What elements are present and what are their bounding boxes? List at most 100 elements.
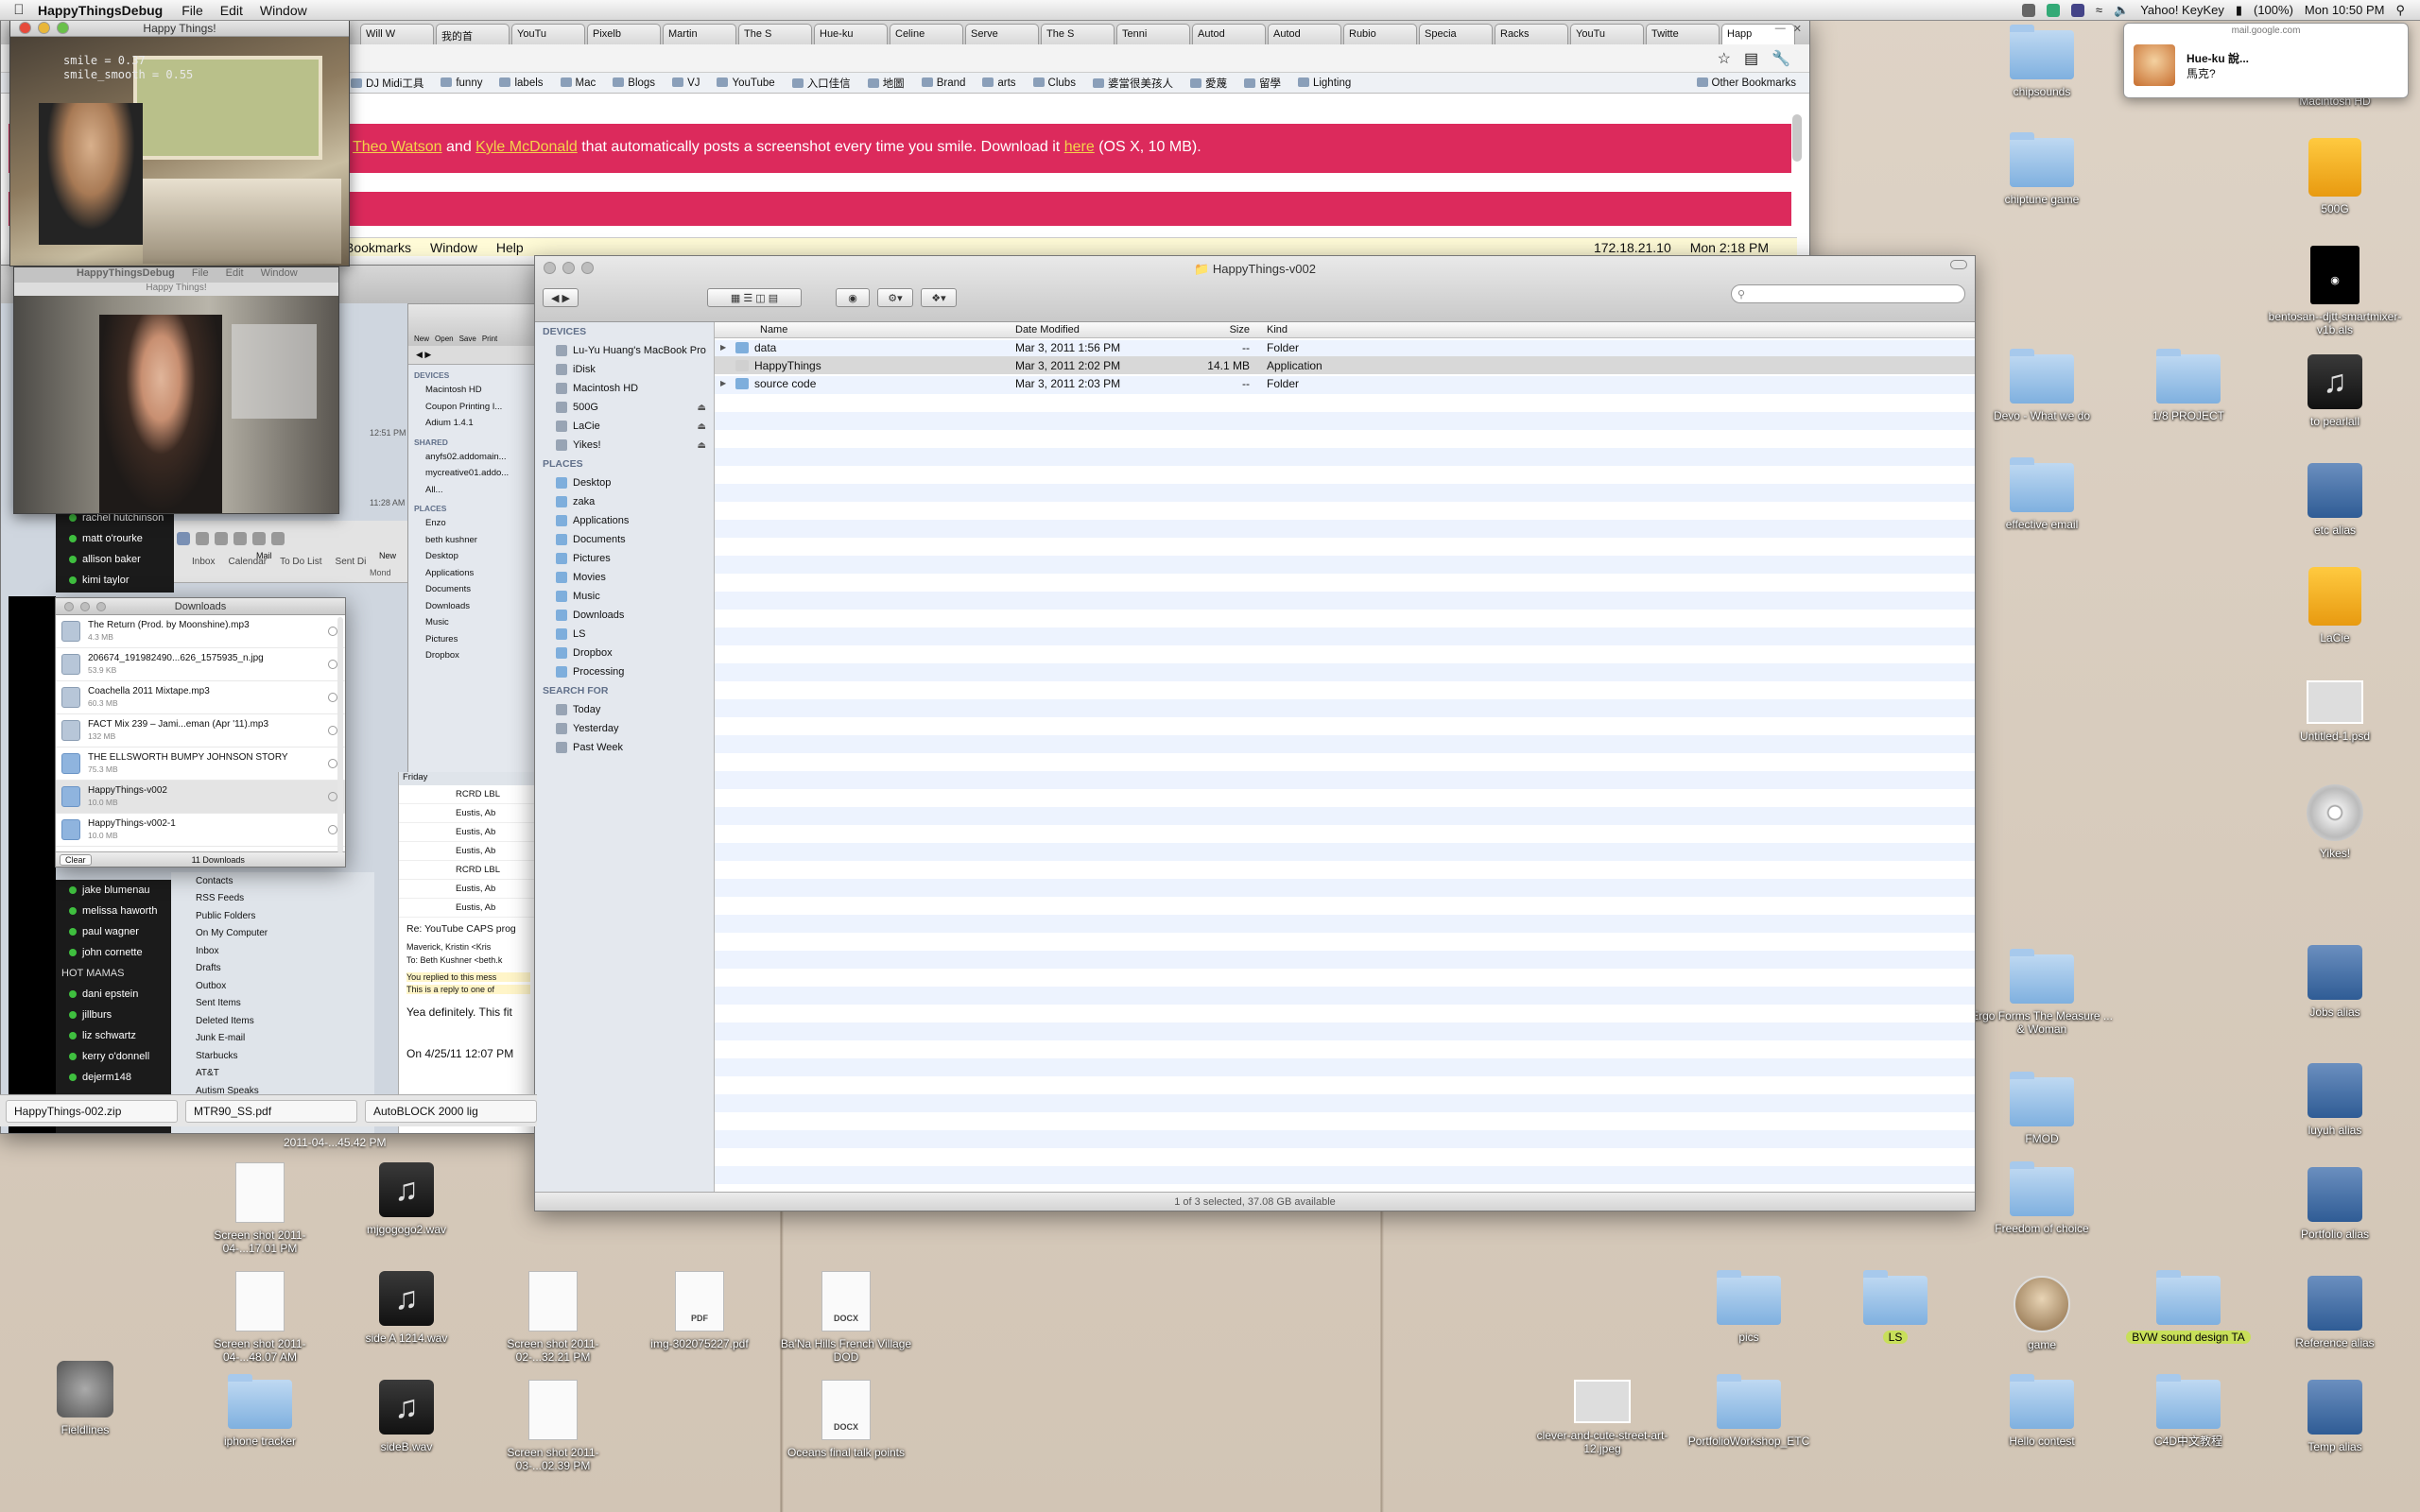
sidebar-item[interactable]: LS — [535, 625, 714, 644]
desktop-icon[interactable]: Screen shot 2011-02-...32.21 PM — [482, 1271, 624, 1364]
browser-tab[interactable]: The S — [738, 24, 812, 44]
mail-row[interactable]: Eustis, Ab — [399, 880, 536, 899]
author-link[interactable]: Kyle McDonald — [475, 139, 578, 155]
disclosure-triangle-icon[interactable]: ▶ — [720, 379, 730, 387]
reveal-icon[interactable] — [328, 660, 337, 669]
mail-folder[interactable]: Public Folders — [171, 907, 374, 925]
browser-tab[interactable]: Pixelb — [587, 24, 661, 44]
wifi-icon[interactable]: ≈ — [2096, 3, 2102, 17]
column-name[interactable]: Name — [715, 324, 1010, 335]
sidebar-item[interactable]: Lu-Yu Huang's MacBook Pro — [535, 341, 714, 360]
browser-tab[interactable]: Serve — [965, 24, 1039, 44]
sidebar-item[interactable]: Macintosh HD — [535, 379, 714, 398]
bookmark-item[interactable]: funny — [441, 77, 482, 89]
close-icon[interactable]: ✕ — [1793, 23, 1802, 35]
desktop-icon[interactable]: Ergo Forms The Measure ... & Woman — [1971, 949, 2113, 1036]
download-item[interactable]: HappyThings-v002 10.0 MB — [56, 781, 345, 814]
desktop-icon[interactable]: PortfolioWorkshop_ETC — [1678, 1374, 1820, 1448]
desktop-icon[interactable]: Screen shot 2011-04-...48.07 AM — [189, 1271, 331, 1364]
browser-tab[interactable]: Martin — [663, 24, 736, 44]
toolbar-button[interactable]: Save — [459, 335, 476, 346]
buddy-item[interactable]: melissa haworth — [56, 901, 171, 921]
desktop-icon[interactable]: ♫ sideB.wav — [336, 1380, 477, 1453]
desktop-icon[interactable]: 1/8 PROJECT — [2118, 349, 2259, 422]
desktop-icon[interactable]: Jobs alias — [2264, 945, 2406, 1019]
status-app-icon[interactable] — [2070, 3, 2084, 17]
desktop-icon[interactable]: DOCX Oceans final talk points — [775, 1380, 917, 1459]
action-button[interactable]: ⚙▾ — [877, 288, 913, 307]
desktop-icon[interactable]: Yikes! — [2264, 784, 2406, 860]
spotlight-icon[interactable]: ⚲ — [2395, 3, 2405, 18]
mail-folder[interactable]: Outbox — [171, 977, 374, 995]
sidebar-item[interactable]: Pictures — [535, 549, 714, 568]
tab-todo[interactable]: To Do List — [280, 557, 321, 567]
bookmark-item[interactable]: 婆當很美孩人 — [1093, 76, 1173, 91]
sidebar-item[interactable]: Today — [535, 700, 714, 719]
browser-tab[interactable]: Specia — [1419, 24, 1493, 44]
reveal-icon[interactable] — [328, 726, 337, 735]
sidebar-item[interactable]: Movies — [535, 568, 714, 587]
star-icon[interactable]: ☆ — [1718, 49, 1731, 68]
wrench-icon[interactable]: 🔧 — [1772, 49, 1790, 68]
bookmark-item[interactable]: DJ Midi工具 — [351, 76, 424, 91]
menu-app-name[interactable]: HappyThingsDebug — [38, 3, 163, 18]
desktop-icon[interactable]: iphone tracker — [189, 1374, 331, 1448]
browser-tab[interactable]: Will W — [360, 24, 434, 44]
reveal-icon[interactable] — [328, 825, 337, 834]
sidebar-item[interactable]: Processing — [535, 662, 714, 681]
desktop-icon[interactable]: clever-and-cute-street-art-12.jpeg — [1531, 1380, 1673, 1455]
buddy-item[interactable]: allison baker — [56, 549, 174, 570]
finder-search-field[interactable]: ⚲ — [1731, 284, 1965, 303]
sidebar-item[interactable]: Applications — [408, 565, 536, 582]
mail-folder[interactable]: Sent Items — [171, 995, 374, 1013]
mail-folder[interactable]: Starbucks — [171, 1047, 374, 1065]
desktop-icon[interactable]: PDF img-302075227.pdf — [629, 1271, 770, 1350]
browser-tab[interactable]: Autod — [1268, 24, 1341, 44]
bookmark-item[interactable]: Mac — [561, 77, 596, 89]
desktop-icon[interactable]: Fieldlines — [14, 1361, 156, 1436]
sidebar-item[interactable]: zaka — [535, 492, 714, 511]
sidebar-item[interactable]: Dropbox — [408, 647, 536, 664]
sidebar-item[interactable]: LaCie — [535, 417, 714, 436]
buddy-item[interactable]: dani epstein — [56, 984, 171, 1005]
sidebar-item[interactable]: Enzo — [408, 515, 536, 532]
contacts-icon[interactable] — [215, 532, 228, 545]
desktop-icon[interactable]: Hello contest — [1971, 1374, 2113, 1448]
bookmark-item[interactable]: VJ — [672, 77, 700, 89]
buddy-item[interactable]: HOT MAMAS — [56, 963, 171, 984]
desktop-icon[interactable]: game — [1971, 1276, 2113, 1351]
browser-tab[interactable]: Celine — [890, 24, 963, 44]
browser-tab[interactable]: Twitte — [1646, 24, 1720, 44]
desktop-icon[interactable]: ♫ mjgogogo2.wav — [336, 1162, 477, 1236]
browser-tab[interactable]: Autod — [1192, 24, 1266, 44]
sidebar-item[interactable]: Downloads — [408, 598, 536, 615]
sidebar-item[interactable]: Applications — [535, 511, 714, 530]
reveal-icon[interactable] — [328, 759, 337, 768]
tab-sent[interactable]: Sent Di — [336, 557, 367, 567]
mail-icon[interactable] — [177, 532, 190, 545]
bookmark-item[interactable]: Blogs — [613, 77, 655, 89]
view-mode-buttons[interactable]: ▦ ☰ ◫ ▤ — [707, 288, 802, 307]
download-item[interactable]: AutoBLOCK 2000 lig — [365, 1099, 537, 1123]
sidebar-item[interactable]: mycreative01.addo... — [408, 465, 536, 482]
download-item[interactable]: Coachella 2011 Mixtape.mp3 60.3 MB — [56, 681, 345, 714]
browser-tab[interactable]: YouTu — [1570, 24, 1644, 44]
bookmark-item[interactable]: Clubs — [1033, 77, 1076, 89]
battery-icon[interactable]: ▮ — [2236, 3, 2242, 18]
sidebar-item[interactable]: Yesterday — [535, 719, 714, 738]
download-item[interactable]: MTR90_SS.pdf — [185, 1099, 357, 1123]
back-forward-buttons[interactable]: ◀ ▶ — [543, 288, 579, 307]
mail-folder[interactable]: Contacts — [171, 872, 374, 890]
desktop-icon[interactable]: BVW sound design TA — [2118, 1270, 2259, 1344]
sidebar-item[interactable]: anyfs02.addomain... — [408, 449, 536, 466]
scrollbar[interactable] — [337, 617, 343, 853]
desktop-icon[interactable]: C4D中文教程 — [2118, 1374, 2259, 1448]
menu-file[interactable]: File — [182, 3, 203, 18]
mail-folder[interactable]: Junk E-mail — [171, 1030, 374, 1048]
download-item[interactable]: The Return (Prod. by Moonshine).mp3 4.3 M… — [56, 615, 345, 648]
bookmark-item[interactable]: Brand — [922, 77, 966, 89]
reveal-icon[interactable] — [328, 792, 337, 801]
download-item[interactable]: 206674_191982490...626_1575935_n.jpg 53.9… — [56, 648, 345, 681]
bookmark-item[interactable]: YouTube — [717, 77, 774, 89]
bookmark-item[interactable]: labels — [499, 77, 543, 89]
